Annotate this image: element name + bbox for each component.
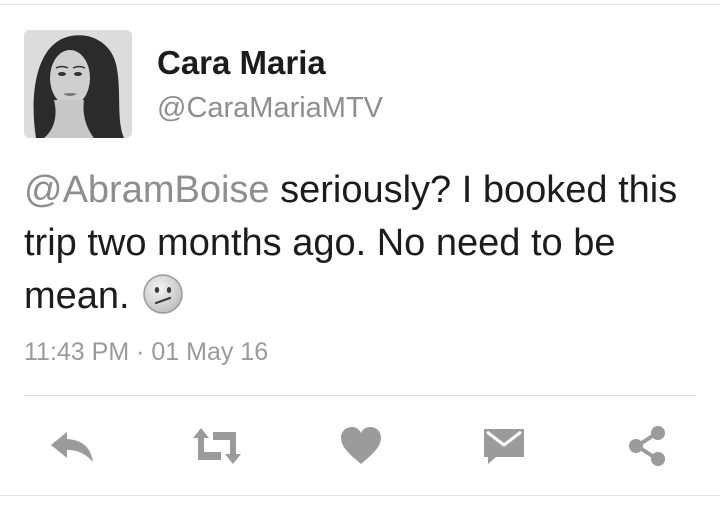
user-handle[interactable]: @CaraMariaMTV <box>157 92 383 125</box>
mention-link[interactable]: @AbramBoise <box>24 169 270 211</box>
reply-button[interactable] <box>42 416 102 476</box>
action-bar <box>0 416 720 476</box>
top-divider <box>0 4 720 5</box>
reply-icon <box>51 432 93 462</box>
tweet-card: Cara Maria @CaraMariaMTV @AbramBoise ser… <box>0 0 720 507</box>
like-button[interactable] <box>331 416 391 476</box>
tweet-text: @AbramBoise seriously? I booked this tri… <box>24 164 704 323</box>
actions-divider <box>24 395 696 396</box>
retweet-icon <box>193 428 241 464</box>
share-icon <box>629 426 665 466</box>
retweet-button[interactable] <box>187 416 247 476</box>
direct-message-button[interactable] <box>474 416 534 476</box>
heart-icon <box>341 427 381 464</box>
confused-face-icon <box>142 273 184 315</box>
envelope-icon <box>484 429 524 464</box>
avatar-photo <box>24 30 132 138</box>
avatar[interactable] <box>24 30 132 138</box>
share-button[interactable] <box>618 416 678 476</box>
timestamp[interactable]: 11:43 PM · 01 May 16 <box>24 338 268 367</box>
bottom-divider <box>0 495 720 496</box>
display-name[interactable]: Cara Maria <box>157 44 326 82</box>
